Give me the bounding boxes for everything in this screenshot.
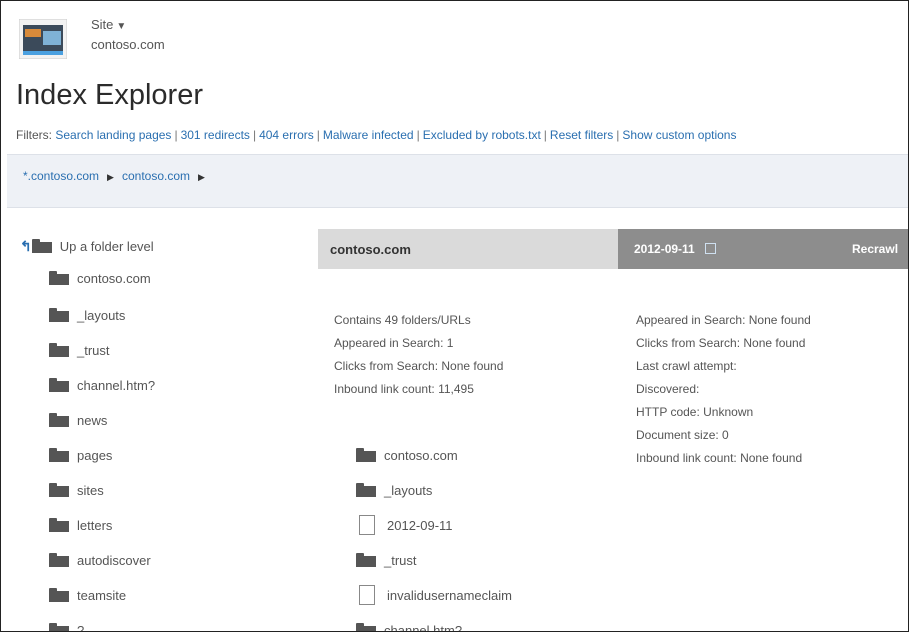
chevron-right-icon: ▶ xyxy=(107,172,114,182)
document-icon xyxy=(359,585,375,605)
folder-icon xyxy=(49,588,69,602)
folder-details-panel: contoso.com Contains 49 folders/URLs App… xyxy=(318,229,618,632)
tree-item[interactable]: teamsite xyxy=(49,580,126,610)
folder-icon xyxy=(356,448,376,462)
filter-search-landing-pages[interactable]: Search landing pages xyxy=(55,128,171,142)
folder-icon xyxy=(49,378,69,392)
tree-item-label: channel.htm? xyxy=(77,377,156,393)
folder-icon xyxy=(49,271,69,285)
tree-item-label: _trust xyxy=(77,342,110,358)
tree-item[interactable]: news xyxy=(49,405,107,435)
tree-item-label: _layouts xyxy=(77,307,126,323)
url-details-panel: 2012-09-11 Recrawl Appeared in Search: N… xyxy=(618,229,908,631)
folder-icon xyxy=(356,483,376,497)
breadcrumb-item-domain[interactable]: contoso.com xyxy=(122,169,190,183)
child-item[interactable]: 2012-09-11 xyxy=(356,510,453,540)
child-item-label: 2012-09-11 xyxy=(387,517,453,533)
breadcrumb: *.contoso.com ▶ contoso.com ▶ xyxy=(23,169,213,183)
child-item-label: channel.htm? xyxy=(384,622,463,632)
tree-item[interactable]: letters xyxy=(49,510,112,540)
url-panel-title[interactable]: 2012-09-11 xyxy=(634,242,716,256)
breadcrumb-item-wildcard-domain[interactable]: *.contoso.com xyxy=(23,169,99,183)
filter-excluded-by-robots[interactable]: Excluded by robots.txt xyxy=(423,128,541,142)
tree-item[interactable]: ? xyxy=(49,615,85,632)
up-folder-label: Up a folder level xyxy=(59,238,154,254)
filters-bar: Filters: Search landing pages | 301 redire… xyxy=(16,128,737,142)
folder-stat: Inbound link count: 11,495 xyxy=(334,382,474,396)
tree-item[interactable]: contoso.com xyxy=(49,263,151,293)
show-custom-options-link[interactable]: Show custom options xyxy=(622,128,736,142)
tree-item[interactable]: autodiscover xyxy=(49,545,151,575)
tree-item-label: news xyxy=(77,412,108,428)
tree-item[interactable]: _trust xyxy=(49,335,110,365)
child-item-label: contoso.com xyxy=(384,447,458,463)
chevron-down-icon: ▼ xyxy=(116,21,127,32)
page-title: Index Explorer xyxy=(16,79,203,111)
tree-item-label: ? xyxy=(77,622,85,632)
folder-icon xyxy=(49,518,69,532)
site-dropdown[interactable]: Site ▼ xyxy=(91,17,126,32)
up-arrow-icon: ↰ xyxy=(20,237,32,254)
tree-item-label: sites xyxy=(77,482,104,498)
url-stat: Document size: 0 xyxy=(636,428,729,442)
folder-icon xyxy=(49,413,69,427)
url-panel-header: 2012-09-11 Recrawl xyxy=(618,229,908,269)
tree-item-label: contoso.com xyxy=(77,270,151,286)
site-thumbnail[interactable] xyxy=(18,18,68,60)
tree-item[interactable]: channel.htm? xyxy=(49,370,155,400)
site-label: Site xyxy=(91,17,114,32)
url-stat: HTTP code: Unknown xyxy=(636,405,754,419)
child-item-label: _trust xyxy=(384,552,417,568)
url-stat: Clicks from Search: None found xyxy=(636,336,806,350)
folder-icon xyxy=(356,553,376,567)
child-item[interactable]: contoso.com xyxy=(356,440,458,470)
folder-tree: ↰ Up a folder level contoso.com _layouts … xyxy=(7,229,317,632)
child-item-label: _layouts xyxy=(384,482,433,498)
folder-icon xyxy=(49,308,69,322)
url-stat: Inbound link count: None found xyxy=(636,451,803,465)
child-item-label: invalidusernameclaim xyxy=(387,587,512,603)
tree-item[interactable]: sites xyxy=(49,475,104,505)
tree-item[interactable]: pages xyxy=(49,440,112,470)
url-stat: Last crawl attempt: xyxy=(636,359,737,373)
site-url: contoso.com xyxy=(91,37,165,52)
external-link-icon[interactable] xyxy=(704,243,716,254)
child-item[interactable]: _trust xyxy=(356,545,417,575)
url-title: 2012-09-11 xyxy=(634,242,695,256)
url-stat: Appeared in Search: None found xyxy=(636,313,811,327)
tree-item-label: autodiscover xyxy=(77,552,151,568)
url-stat: Discovered: xyxy=(636,382,700,396)
folder-icon xyxy=(49,448,69,462)
child-item[interactable]: channel.htm? xyxy=(356,615,463,632)
document-icon xyxy=(359,515,375,535)
folder-panel-header: contoso.com xyxy=(318,229,618,269)
filter-301-redirects[interactable]: 301 redirects xyxy=(181,128,250,142)
folder-icon xyxy=(49,623,69,631)
filter-malware-infected[interactable]: Malware infected xyxy=(323,128,414,142)
tree-item[interactable]: _layouts xyxy=(49,300,125,330)
folder-icon xyxy=(49,553,69,567)
recrawl-button[interactable]: Recrawl xyxy=(852,242,898,256)
filters-label: Filters: xyxy=(16,128,52,142)
folder-panel-title: contoso.com xyxy=(330,242,411,257)
child-item[interactable]: invalidusernameclaim xyxy=(356,580,512,610)
chevron-right-icon: ▶ xyxy=(198,172,205,182)
index-explorer-page: Site ▼ contoso.com Index Explorer Filters… xyxy=(0,0,909,632)
folder-icon xyxy=(49,343,69,357)
folder-icon xyxy=(31,239,52,253)
child-item[interactable]: _layouts xyxy=(356,475,432,505)
folder-stat: Clicks from Search: None found xyxy=(334,359,504,373)
folder-stat: Appeared in Search: 1 xyxy=(334,336,454,350)
filter-404-errors[interactable]: 404 errors xyxy=(259,128,314,142)
folder-icon xyxy=(49,483,69,497)
tree-item-label: letters xyxy=(77,517,113,533)
up-folder-level-button[interactable]: ↰ Up a folder level xyxy=(20,231,154,261)
tree-item-label: teamsite xyxy=(77,587,127,603)
tree-item-label: pages xyxy=(77,447,113,463)
folder-stat: Contains 49 folders/URLs xyxy=(334,313,471,327)
reset-filters-link[interactable]: Reset filters xyxy=(550,128,613,142)
folder-icon xyxy=(356,623,376,631)
